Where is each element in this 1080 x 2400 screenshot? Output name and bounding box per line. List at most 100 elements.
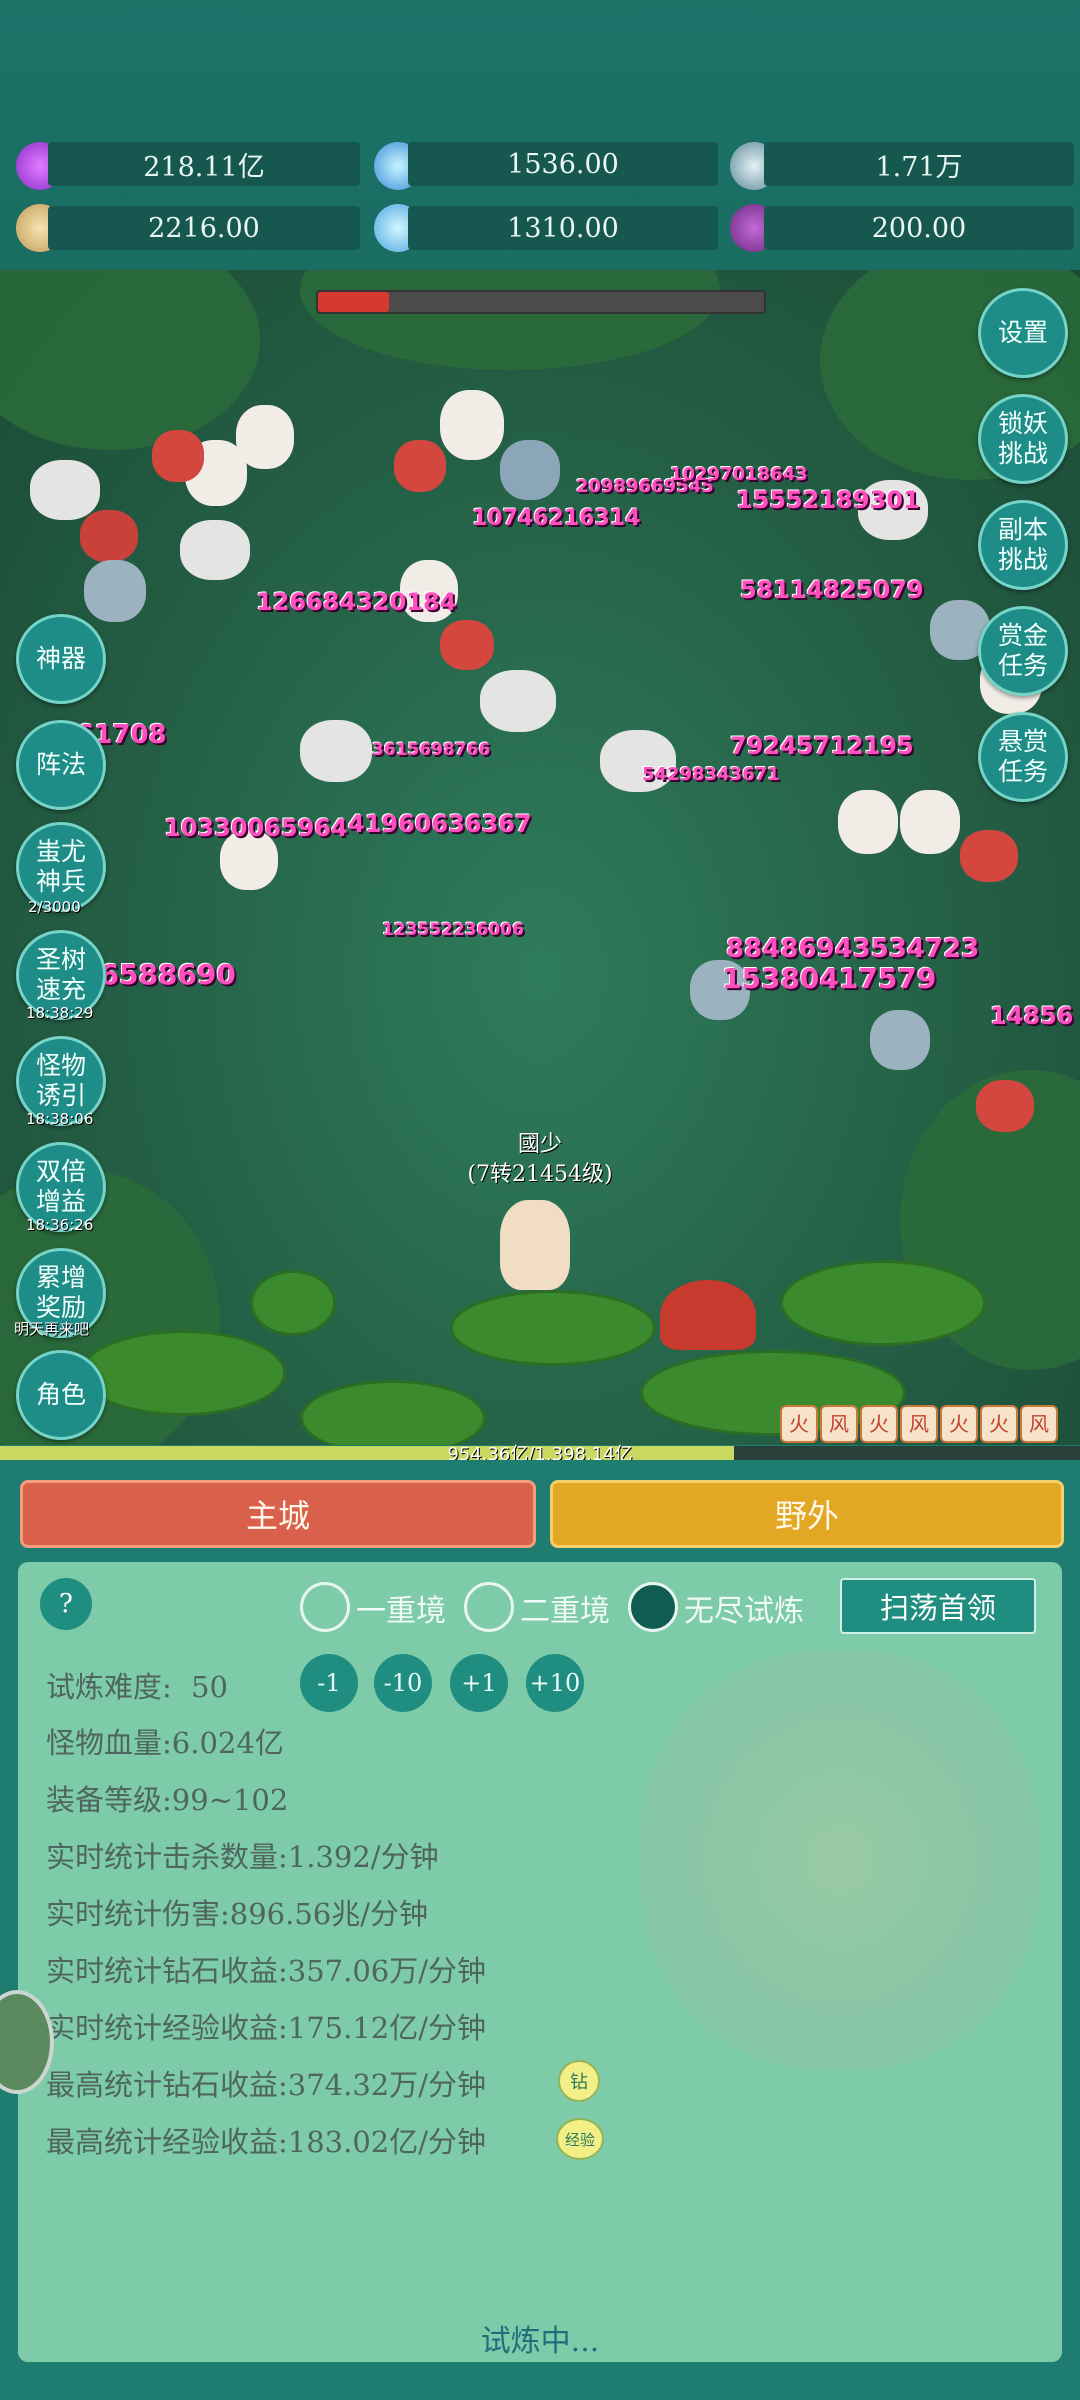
character-button[interactable]: 角色 bbox=[16, 1350, 106, 1440]
step-label: +1 bbox=[461, 1669, 497, 1697]
diamond-badge-icon: 钻 bbox=[558, 2060, 600, 2102]
difficulty-value: 50 bbox=[191, 1670, 228, 1704]
resource-scroll: 2216.00 bbox=[48, 206, 360, 250]
cumulative-reward-note: 明天再来吧 bbox=[14, 1320, 90, 1338]
equipment-level-stat: 装备等级:99~102 bbox=[46, 1783, 289, 1817]
bush bbox=[250, 1270, 336, 1336]
skill-icon[interactable]: 火 bbox=[940, 1405, 978, 1443]
button-label: 蚩尤神兵 bbox=[35, 837, 86, 896]
field-tab[interactable]: 野外 bbox=[550, 1480, 1064, 1548]
skill-icon[interactable]: 火 bbox=[980, 1405, 1018, 1443]
panda-monster[interactable] bbox=[180, 520, 250, 580]
resource-pouch: 200.00 bbox=[764, 206, 1074, 250]
damage-number: 54298343671 bbox=[642, 764, 780, 785]
mode-label-3: 无尽试炼 bbox=[684, 1594, 804, 1629]
battle-scene[interactable]: 國少 (7转21454级) 10746216314 20989669545 10… bbox=[0, 270, 1080, 1445]
demon-lock-challenge-button[interactable]: 锁妖挑战 bbox=[978, 394, 1068, 484]
tab-label: 野外 bbox=[774, 1497, 839, 1535]
monster-lure-timer: 18:38:06 bbox=[26, 1110, 94, 1128]
button-label: 设置 bbox=[997, 318, 1048, 347]
mode-label-1: 一重境 bbox=[356, 1594, 446, 1629]
red-imp-monster[interactable] bbox=[960, 830, 1018, 882]
ghost-monster[interactable] bbox=[440, 390, 504, 460]
resource-value: 1310.00 bbox=[507, 212, 619, 244]
main-city-tab[interactable]: 主城 bbox=[20, 1480, 536, 1548]
skill-icon[interactable]: 火 bbox=[780, 1405, 818, 1443]
damage-number: 88486943534723 bbox=[726, 934, 980, 964]
mode-radio-2[interactable] bbox=[464, 1582, 514, 1632]
red-imp-monster[interactable] bbox=[394, 440, 446, 492]
double-buff-timer: 18:36:26 bbox=[26, 1216, 94, 1234]
max-diamond-income-stat: 最高统计钻石收益:374.32万/分钟 bbox=[46, 2068, 487, 2102]
skill-icon[interactable]: 风 bbox=[820, 1405, 858, 1443]
diamond-income-stat: 实时统计钻石收益:357.06万/分钟 bbox=[46, 1954, 487, 1988]
damage-number: 15380417579 bbox=[722, 962, 937, 995]
monster-hp-stat: 怪物血量:6.024亿 bbox=[46, 1726, 284, 1760]
red-imp-monster[interactable] bbox=[440, 620, 494, 670]
help-button[interactable]: ? bbox=[40, 1578, 92, 1630]
difficulty-plus-1-button[interactable]: +1 bbox=[450, 1654, 508, 1712]
red-imp-monster[interactable] bbox=[152, 430, 204, 482]
difficulty-plus-10-button[interactable]: +10 bbox=[526, 1654, 584, 1712]
tree-canopy bbox=[300, 270, 720, 370]
bounty-task-button[interactable]: 悬赏任务 bbox=[978, 712, 1068, 802]
difficulty-minus-10-button[interactable]: -10 bbox=[374, 1654, 432, 1712]
sweep-boss-button[interactable]: 扫荡首领 bbox=[840, 1578, 1036, 1634]
artifact-button[interactable]: 神器 bbox=[16, 614, 106, 704]
ghost-monster[interactable] bbox=[900, 790, 960, 854]
damage-number: 126684320184 bbox=[256, 588, 457, 616]
panda-monster[interactable] bbox=[300, 720, 372, 782]
damage-number: 123552236006 bbox=[382, 920, 524, 940]
red-imp-monster[interactable] bbox=[80, 510, 138, 562]
ghost-monster[interactable] bbox=[236, 405, 294, 469]
skill-icon[interactable]: 风 bbox=[1020, 1405, 1058, 1443]
bounty-gold-button[interactable]: 赏金任务 bbox=[978, 606, 1068, 696]
sacred-tree-timer: 18:38:29 bbox=[26, 1004, 94, 1022]
help-label: ? bbox=[59, 1589, 73, 1619]
ghost-monster[interactable] bbox=[838, 790, 898, 854]
difficulty-minus-1-button[interactable]: -1 bbox=[300, 1654, 358, 1712]
resource-ice: 1310.00 bbox=[408, 206, 718, 250]
step-label: +10 bbox=[529, 1669, 581, 1697]
resource-value: 2216.00 bbox=[148, 212, 260, 244]
stat-label: 试炼难度: bbox=[46, 1670, 172, 1704]
panda-monster[interactable] bbox=[30, 460, 100, 520]
eyeball-monster[interactable] bbox=[500, 440, 560, 500]
damage-number: 58114825079 bbox=[740, 576, 924, 604]
mode-radio-1[interactable] bbox=[300, 1582, 350, 1632]
player-level: (7转21454级) bbox=[467, 1162, 613, 1187]
red-imp-monster[interactable] bbox=[976, 1080, 1034, 1132]
resource-value: 1536.00 bbox=[507, 148, 619, 180]
damage-number: 15552189301 bbox=[736, 486, 920, 514]
eyeball-monster[interactable] bbox=[870, 1010, 930, 1070]
button-label: 角色 bbox=[35, 1380, 86, 1409]
dungeon-challenge-button[interactable]: 副本挑战 bbox=[978, 500, 1068, 590]
exp-income-stat: 实时统计经验收益:175.12亿/分钟 bbox=[46, 2011, 487, 2045]
panda-monster[interactable] bbox=[480, 670, 556, 732]
damage-number: 79245712195 bbox=[730, 732, 914, 760]
damage-number: 41960636367 bbox=[348, 810, 532, 838]
formation-button[interactable]: 阵法 bbox=[16, 720, 106, 810]
player-name: 國少 bbox=[517, 1132, 562, 1157]
damage-number: 10297018643 bbox=[670, 464, 808, 485]
eyeball-monster[interactable] bbox=[84, 560, 146, 622]
tab-label: 主城 bbox=[245, 1497, 310, 1535]
resource-orb: 1.71万 bbox=[764, 142, 1074, 186]
damage-rate-stat: 实时统计伤害:896.56兆/分钟 bbox=[46, 1897, 429, 1931]
skill-icon[interactable]: 风 bbox=[900, 1405, 938, 1443]
boss-hp-bar bbox=[316, 290, 766, 314]
button-label: 悬赏任务 bbox=[997, 727, 1048, 786]
player-character[interactable] bbox=[500, 1200, 570, 1290]
kill-rate-stat: 实时统计击杀数量:1.392/分钟 bbox=[46, 1840, 439, 1874]
bush bbox=[300, 1380, 486, 1445]
boss-hp-fill bbox=[318, 292, 390, 312]
resource-value: 218.11亿 bbox=[143, 151, 265, 183]
mode-radio-3[interactable] bbox=[628, 1582, 678, 1632]
settings-button[interactable]: 设置 bbox=[978, 288, 1068, 378]
damage-number: 10746216314 bbox=[472, 506, 641, 531]
skill-icon[interactable]: 火 bbox=[860, 1405, 898, 1443]
button-label: 锁妖挑战 bbox=[997, 409, 1048, 468]
damage-number: 3615698766 bbox=[372, 740, 491, 760]
button-label: 神器 bbox=[35, 644, 86, 673]
resource-value: 200.00 bbox=[871, 212, 967, 244]
